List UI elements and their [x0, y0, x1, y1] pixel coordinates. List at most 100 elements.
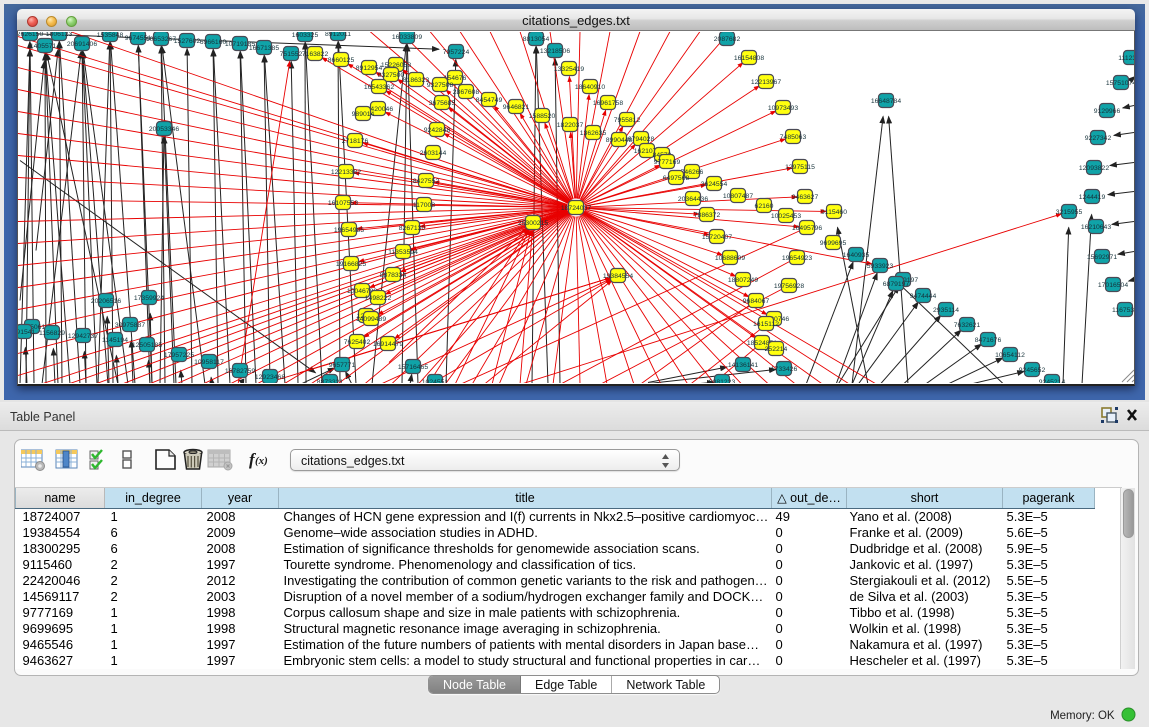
svg-text:8912011: 8912011 — [325, 32, 351, 38]
svg-text:8660125: 8660125 — [328, 57, 355, 64]
svg-text:7886372: 7886372 — [694, 212, 721, 219]
svg-text:10973493: 10973493 — [768, 105, 798, 112]
svg-text:8267130: 8267130 — [399, 225, 426, 232]
svg-text:3675685: 3675685 — [429, 100, 456, 107]
svg-text:10807487: 10807487 — [723, 193, 753, 200]
svg-text:14055714: 14055714 — [30, 43, 60, 50]
svg-text:13325419: 13325419 — [554, 66, 584, 73]
svg-text:989014: 989014 — [352, 111, 375, 118]
svg-text:1362635: 1362635 — [580, 130, 607, 137]
svg-text:16495796: 16495796 — [792, 225, 822, 232]
svg-text:11353594: 11353594 — [388, 249, 418, 256]
svg-text:751552: 751552 — [280, 51, 303, 58]
svg-text:8427552: 8427552 — [413, 178, 440, 185]
svg-text:1024551: 1024551 — [422, 379, 449, 383]
svg-text:16154808: 16154808 — [734, 55, 764, 62]
svg-text:16648784: 16648784 — [871, 98, 901, 105]
svg-text:1527602: 1527602 — [174, 38, 201, 45]
svg-text:7957224: 7957224 — [443, 49, 470, 56]
svg-text:8813054: 8813054 — [523, 36, 550, 43]
svg-text:1733426: 1733426 — [771, 366, 798, 373]
svg-text:9242848: 9242848 — [424, 127, 451, 134]
svg-text:10653267: 10653267 — [146, 36, 176, 43]
svg-text:1145194: 1145194 — [102, 337, 128, 344]
svg-text:1603325: 1603325 — [292, 32, 319, 39]
svg-text:15720407: 15720407 — [702, 234, 732, 241]
svg-text:8471676: 8471676 — [975, 337, 1002, 344]
svg-text:7163822: 7163822 — [302, 51, 329, 58]
svg-text:2626150: 2626150 — [18, 32, 43, 38]
svg-text:16782759: 16782759 — [225, 368, 255, 375]
svg-text:9463627: 9463627 — [792, 194, 819, 201]
svg-text:14099489: 14099489 — [356, 316, 386, 323]
svg-text:20691406: 20691406 — [67, 41, 97, 48]
svg-text:9129966: 9129966 — [1094, 108, 1121, 115]
svg-text:117008: 117008 — [413, 202, 435, 209]
svg-text:19384554: 19384554 — [603, 273, 633, 280]
svg-text:7625402: 7625402 — [344, 339, 371, 346]
svg-text:1822037: 1822037 — [557, 122, 584, 129]
svg-text:8186323: 8186323 — [403, 77, 430, 84]
svg-text:1588520: 1588520 — [529, 113, 556, 120]
svg-text:18640910: 18640910 — [575, 84, 605, 91]
svg-text:18807249: 18807249 — [728, 277, 758, 284]
svg-text:9227342: 9227342 — [1085, 135, 1112, 142]
svg-text:17957225: 17957225 — [164, 352, 194, 359]
svg-text:8873321: 8873321 — [317, 379, 344, 383]
svg-text:19654923: 19654923 — [782, 255, 812, 262]
svg-text:16914479: 16914479 — [373, 341, 403, 348]
svg-text:1806123: 1806123 — [46, 32, 73, 38]
svg-text:8912954: 8912954 — [356, 65, 383, 72]
svg-text:9081223: 9081223 — [709, 379, 736, 383]
svg-text:6966160: 6966160 — [200, 39, 227, 46]
svg-text:3215955: 3215955 — [1056, 209, 1083, 216]
svg-text:25300215: 25300215 — [518, 220, 548, 227]
svg-text:17016504: 17016504 — [1098, 282, 1128, 289]
svg-text:30975887: 30975887 — [115, 322, 145, 329]
svg-text:8878334: 8878334 — [380, 272, 407, 279]
svg-text:15692971: 15692971 — [1087, 254, 1117, 261]
svg-text:15716465: 15716465 — [398, 364, 428, 371]
svg-text:6497568: 6497568 — [663, 175, 690, 182]
svg-text:12923468: 12923468 — [255, 374, 285, 381]
svg-text:10958117: 10958117 — [194, 359, 224, 366]
svg-text:1167533: 1167533 — [1112, 307, 1134, 314]
svg-text:2087682: 2087682 — [714, 36, 741, 43]
svg-text:12093822: 12093822 — [1079, 165, 1109, 172]
svg-text:9657771: 9657771 — [329, 362, 356, 369]
svg-text:2718176: 2718176 — [342, 138, 369, 145]
svg-text:6879197: 6879197 — [883, 281, 910, 288]
svg-text:12942737: 12942737 — [68, 333, 98, 340]
svg-text:19756928: 19756928 — [774, 283, 804, 290]
svg-text:2603144: 2603144 — [420, 150, 447, 157]
svg-text:14136141: 14136141 — [728, 362, 758, 369]
svg-text:1112345: 1112345 — [1118, 55, 1134, 62]
svg-text:7632621: 7632621 — [954, 322, 981, 329]
svg-text:9777169: 9777169 — [654, 159, 681, 166]
svg-text:5933923: 5933923 — [867, 263, 894, 270]
svg-text:13218506: 13218506 — [540, 48, 570, 55]
svg-text:7955812: 7955812 — [614, 117, 641, 124]
svg-text:20364436: 20364436 — [678, 196, 708, 203]
svg-text:1156829: 1156829 — [39, 330, 65, 337]
svg-text:9115460: 9115460 — [821, 209, 847, 216]
svg-text:20053346: 20053346 — [149, 126, 179, 133]
svg-text:19166825: 19166825 — [336, 261, 366, 268]
svg-text:(x): (x) — [255, 455, 268, 467]
svg-text:18724007: 18724007 — [561, 205, 591, 212]
svg-text:19654985: 19654985 — [334, 227, 364, 234]
svg-text:6794028: 6794028 — [628, 136, 655, 143]
svg-text:9646821: 9646821 — [503, 104, 530, 111]
svg-text:9699695: 9699695 — [820, 240, 847, 247]
svg-text:1640935: 1640935 — [843, 252, 870, 259]
svg-text:252214: 252214 — [765, 346, 788, 353]
svg-text:12975115: 12975115 — [785, 164, 815, 171]
svg-text:2867608: 2867608 — [453, 89, 480, 96]
svg-text:2935114: 2935114 — [933, 307, 959, 314]
svg-text:10654112: 10654112 — [995, 352, 1025, 359]
svg-text:10025453: 10025453 — [771, 213, 801, 220]
svg-text:12505185: 12505185 — [132, 342, 162, 349]
svg-text:9327500: 9327500 — [378, 72, 405, 79]
svg-text:1535848: 1535848 — [97, 32, 124, 39]
svg-text:16210643: 16210643 — [1081, 224, 1111, 231]
